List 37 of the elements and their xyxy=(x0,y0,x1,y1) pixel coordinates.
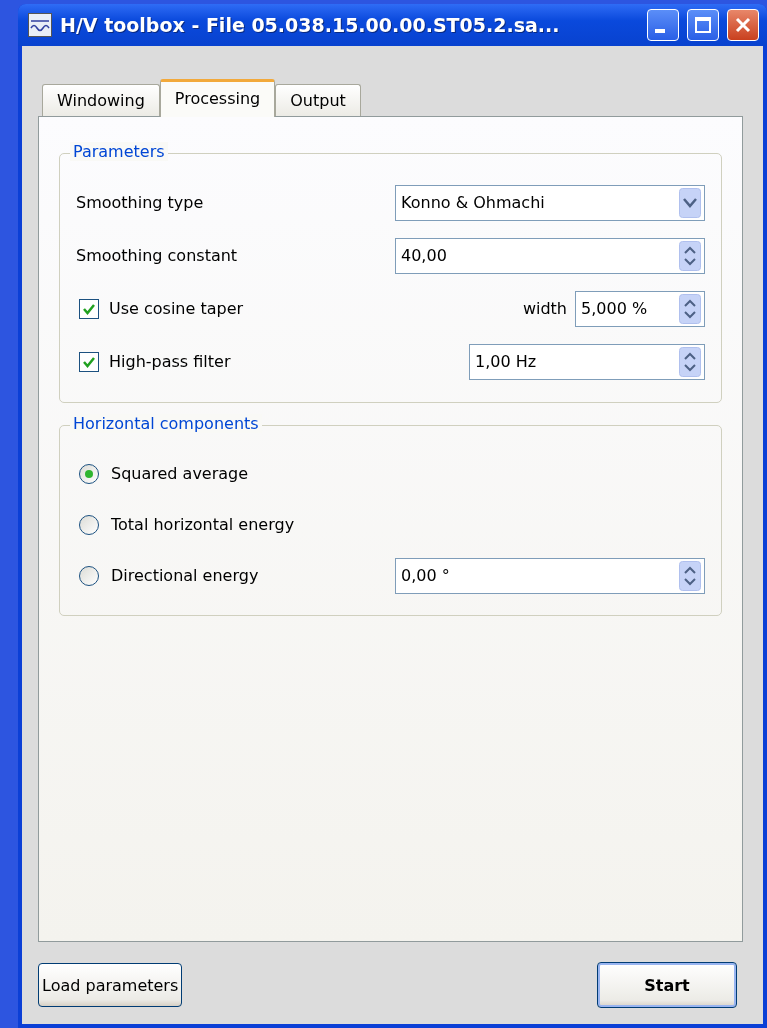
close-button[interactable] xyxy=(727,9,759,41)
maximize-button[interactable] xyxy=(687,9,719,41)
load-parameters-button[interactable]: Load parameters xyxy=(38,963,183,1007)
radio-button[interactable] xyxy=(79,514,99,535)
tab[interactable]: Output xyxy=(275,84,361,116)
spin-arrows-icon[interactable] xyxy=(679,560,701,591)
app-wave-icon xyxy=(28,13,52,37)
field-label: Smoothing constant xyxy=(76,246,238,265)
option-label: Directional energy xyxy=(111,566,259,585)
field-label: Smoothing type xyxy=(76,193,204,212)
field-label: Use cosine taper xyxy=(109,299,244,318)
minimize-button[interactable] xyxy=(647,9,679,41)
dropdown[interactable]: Konno & Ohmachi xyxy=(395,184,705,221)
spin-arrows-icon[interactable] xyxy=(679,240,701,271)
spin-arrows-icon[interactable] xyxy=(679,346,701,377)
spin-field[interactable]: 40,00 xyxy=(395,237,705,274)
spin-arrows-icon[interactable] xyxy=(679,293,701,324)
close-icon xyxy=(734,16,752,34)
option-label: Squared average xyxy=(111,464,249,483)
radio-button[interactable] xyxy=(79,565,99,586)
spin-field[interactable]: 0,00 ° xyxy=(395,557,705,594)
checkbox[interactable] xyxy=(79,351,99,372)
checkbox[interactable] xyxy=(79,298,99,319)
spin-field[interactable]: 5,000 % xyxy=(575,290,705,327)
tab[interactable]: Windowing xyxy=(42,84,160,116)
spin-field[interactable]: 1,00 Hz xyxy=(469,343,705,380)
tab[interactable]: Processing xyxy=(159,79,276,117)
group-title: Horizontal components xyxy=(70,414,262,433)
maximize-icon xyxy=(694,16,712,34)
field-label: High-pass filter xyxy=(109,352,231,371)
group-title: Parameters xyxy=(70,142,168,161)
field-label: width xyxy=(522,299,567,318)
option-label: Total horizontal energy xyxy=(111,515,295,534)
minimize-icon xyxy=(655,29,665,33)
radio-button[interactable] xyxy=(79,463,99,484)
window-title: H/V toolbox - File 05.038.15.00.00.ST05.2.sa... xyxy=(60,14,561,36)
start-button[interactable]: Start xyxy=(597,962,737,1008)
